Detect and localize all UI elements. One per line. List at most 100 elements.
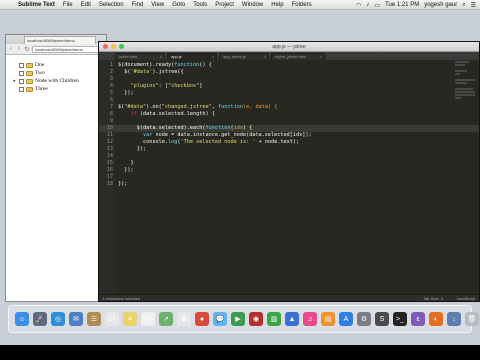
code-text: }); <box>118 90 134 96</box>
trash-icon[interactable]: 🗑 <box>465 312 479 326</box>
menu-help[interactable]: Help <box>267 2 287 8</box>
address-bar[interactable]: localhost:8080/jstree/demo <box>32 45 104 53</box>
menu-bar-status-area: ◠ ♪ ▭ Tue 1:21 PM yogesh gaur ⌕ ☰ <box>356 0 476 10</box>
tab-app-demo-js[interactable]: app_demo.js × <box>219 53 269 60</box>
code-line[interactable]: 5 }); <box>99 90 479 97</box>
messages-icon[interactable]: 💬 <box>213 312 227 326</box>
chrome-icon[interactable]: ● <box>195 312 209 326</box>
menu-window[interactable]: Window <box>238 2 267 8</box>
forward-icon[interactable]: › <box>16 46 22 52</box>
status-syntax[interactable]: JavaScript <box>456 296 475 301</box>
mail-icon[interactable]: ✉ <box>69 312 83 326</box>
emacs-icon[interactable]: ε <box>411 312 425 326</box>
reminders-icon[interactable]: ☑ <box>141 312 155 326</box>
checkbox[interactable] <box>19 62 24 68</box>
editor-tab-bar: index.html × app.js × app_demo.js × styles_… <box>99 52 479 60</box>
tree-node-label[interactable]: Two <box>35 70 45 76</box>
checkbox[interactable] <box>19 86 24 92</box>
status-tab-size[interactable]: Tab Size: 4 <box>423 296 443 301</box>
menu-goto[interactable]: Goto <box>168 2 189 8</box>
finder-icon[interactable]: ☺ <box>15 312 29 326</box>
code-line[interactable]: 10 $(data.selected).each(function(idx) { <box>99 125 479 132</box>
reload-icon[interactable]: ↻ <box>24 46 30 53</box>
spotlight-icon[interactable]: ⌕ <box>462 2 465 9</box>
menu-project[interactable]: Project <box>211 2 238 8</box>
code-line[interactable]: 11 var node = data.instance.get_node(dat… <box>99 132 479 139</box>
app-store-icon[interactable]: A <box>339 312 353 326</box>
menu-tools[interactable]: Tools <box>189 2 211 8</box>
menu-edit[interactable]: Edit <box>77 2 95 8</box>
keynote-icon[interactable]: ▲ <box>285 312 299 326</box>
code-line[interactable]: 6 <box>99 97 479 104</box>
menu-find[interactable]: Find <box>128 2 148 8</box>
code-line[interactable]: 8 if (data.selected.length) { <box>99 111 479 118</box>
code-editor[interactable]: 1 $(document).ready(function() {2 $('#dat… <box>99 60 479 294</box>
code-text: $('#data').jstree({ <box>118 69 184 75</box>
code-line[interactable]: 15 } <box>99 160 479 167</box>
code-line[interactable]: 16 }); <box>99 167 479 174</box>
tree-node-label[interactable]: One <box>35 62 44 68</box>
code-line[interactable]: 9 <box>99 118 479 125</box>
tree-node-one[interactable]: One <box>12 61 106 69</box>
back-icon[interactable]: ‹ <box>8 46 14 52</box>
code-line[interactable]: 12 console.log('The selected node is: ' … <box>99 139 479 146</box>
code-line[interactable]: 14 <box>99 153 479 160</box>
menu-folders[interactable]: Folders <box>288 2 316 8</box>
notification-center-icon[interactable]: ☰ <box>471 2 476 9</box>
code-line[interactable]: 2 $('#data').jstree({ <box>99 69 479 76</box>
expand-arrow-icon[interactable]: ▸ <box>12 78 17 84</box>
browser-window: localhost:8080/jstree/demo ‹ › ↻ localho… <box>5 34 107 302</box>
tab-index-html[interactable]: index.html × <box>115 53 165 60</box>
sublime-text-icon[interactable]: S <box>375 312 389 326</box>
checkbox[interactable] <box>19 70 24 76</box>
system-preferences-icon[interactable]: ⚙ <box>357 312 371 326</box>
menu-view[interactable]: View <box>147 2 168 8</box>
calendar-icon[interactable]: 27 <box>105 312 119 326</box>
tree-node-three[interactable]: Three <box>12 85 106 93</box>
battery-icon[interactable]: ▭ <box>374 2 380 9</box>
window-title: app.js — jstree <box>272 44 306 50</box>
tree-node-two[interactable]: Two <box>12 69 106 77</box>
code-line[interactable]: 17 <box>99 174 479 181</box>
tree-node-label[interactable]: Three <box>35 86 48 92</box>
folder-icon <box>26 86 33 92</box>
line-number: 10 <box>106 125 113 131</box>
downloads-icon[interactable]: ↓ <box>447 312 461 326</box>
safari-icon[interactable]: ◎ <box>51 312 65 326</box>
launchpad-icon[interactable]: 🚀 <box>33 312 47 326</box>
line-number: 13 <box>106 146 113 152</box>
firefox-icon[interactable]: ◐ <box>429 312 443 326</box>
user-name[interactable]: yogesh gaur <box>424 2 457 8</box>
menu-selection[interactable]: Selection <box>95 2 128 8</box>
code-line[interactable]: 3 <box>99 76 479 83</box>
contacts-icon[interactable]: ☰ <box>87 312 101 326</box>
tree-node-label[interactable]: Node with Children <box>35 78 79 84</box>
browser-tab[interactable]: localhost:8080/jstree/demo <box>24 36 96 44</box>
code-line[interactable]: 18}); <box>99 181 479 188</box>
clock[interactable]: Tue 1:21 PM <box>385 2 419 8</box>
minimap[interactable] <box>453 60 479 120</box>
checkbox[interactable] <box>19 78 24 84</box>
menu-file[interactable]: File <box>59 2 77 8</box>
code-line[interactable]: 7 $("#data").on("changed.jstree", functio… <box>99 104 479 111</box>
tab-styles-jstree-html[interactable]: styles_jstree.html × <box>271 53 325 60</box>
code-line[interactable]: 13 }); <box>99 146 479 153</box>
tab-app-js[interactable]: app.js × <box>167 53 217 60</box>
terminal-icon[interactable]: >_ <box>393 312 407 326</box>
ibooks-icon[interactable]: ▤ <box>321 312 335 326</box>
wifi-icon[interactable]: ◠ <box>356 2 361 9</box>
numbers-icon[interactable]: ▥ <box>267 312 281 326</box>
code-line[interactable]: 4 "plugins": ["checkbox"] <box>99 83 479 90</box>
line-number: 15 <box>106 160 113 166</box>
photo-booth-icon[interactable]: ◉ <box>249 312 263 326</box>
maps-icon[interactable]: ➚ <box>159 312 173 326</box>
itunes-icon[interactable]: ♫ <box>303 312 317 326</box>
menu-app-name[interactable]: Sublime Text <box>14 2 59 8</box>
volume-icon[interactable]: ♪ <box>366 2 369 8</box>
code-line[interactable]: 1 $(document).ready(function() { <box>99 62 479 69</box>
line-number: 17 <box>106 174 113 180</box>
tree-node-node-with-children[interactable]: ▸ Node with Children <box>12 77 106 85</box>
facetime-icon[interactable]: ▶ <box>231 312 245 326</box>
notes-icon[interactable]: ≡ <box>123 312 137 326</box>
photos-icon[interactable]: ✿ <box>177 312 191 326</box>
